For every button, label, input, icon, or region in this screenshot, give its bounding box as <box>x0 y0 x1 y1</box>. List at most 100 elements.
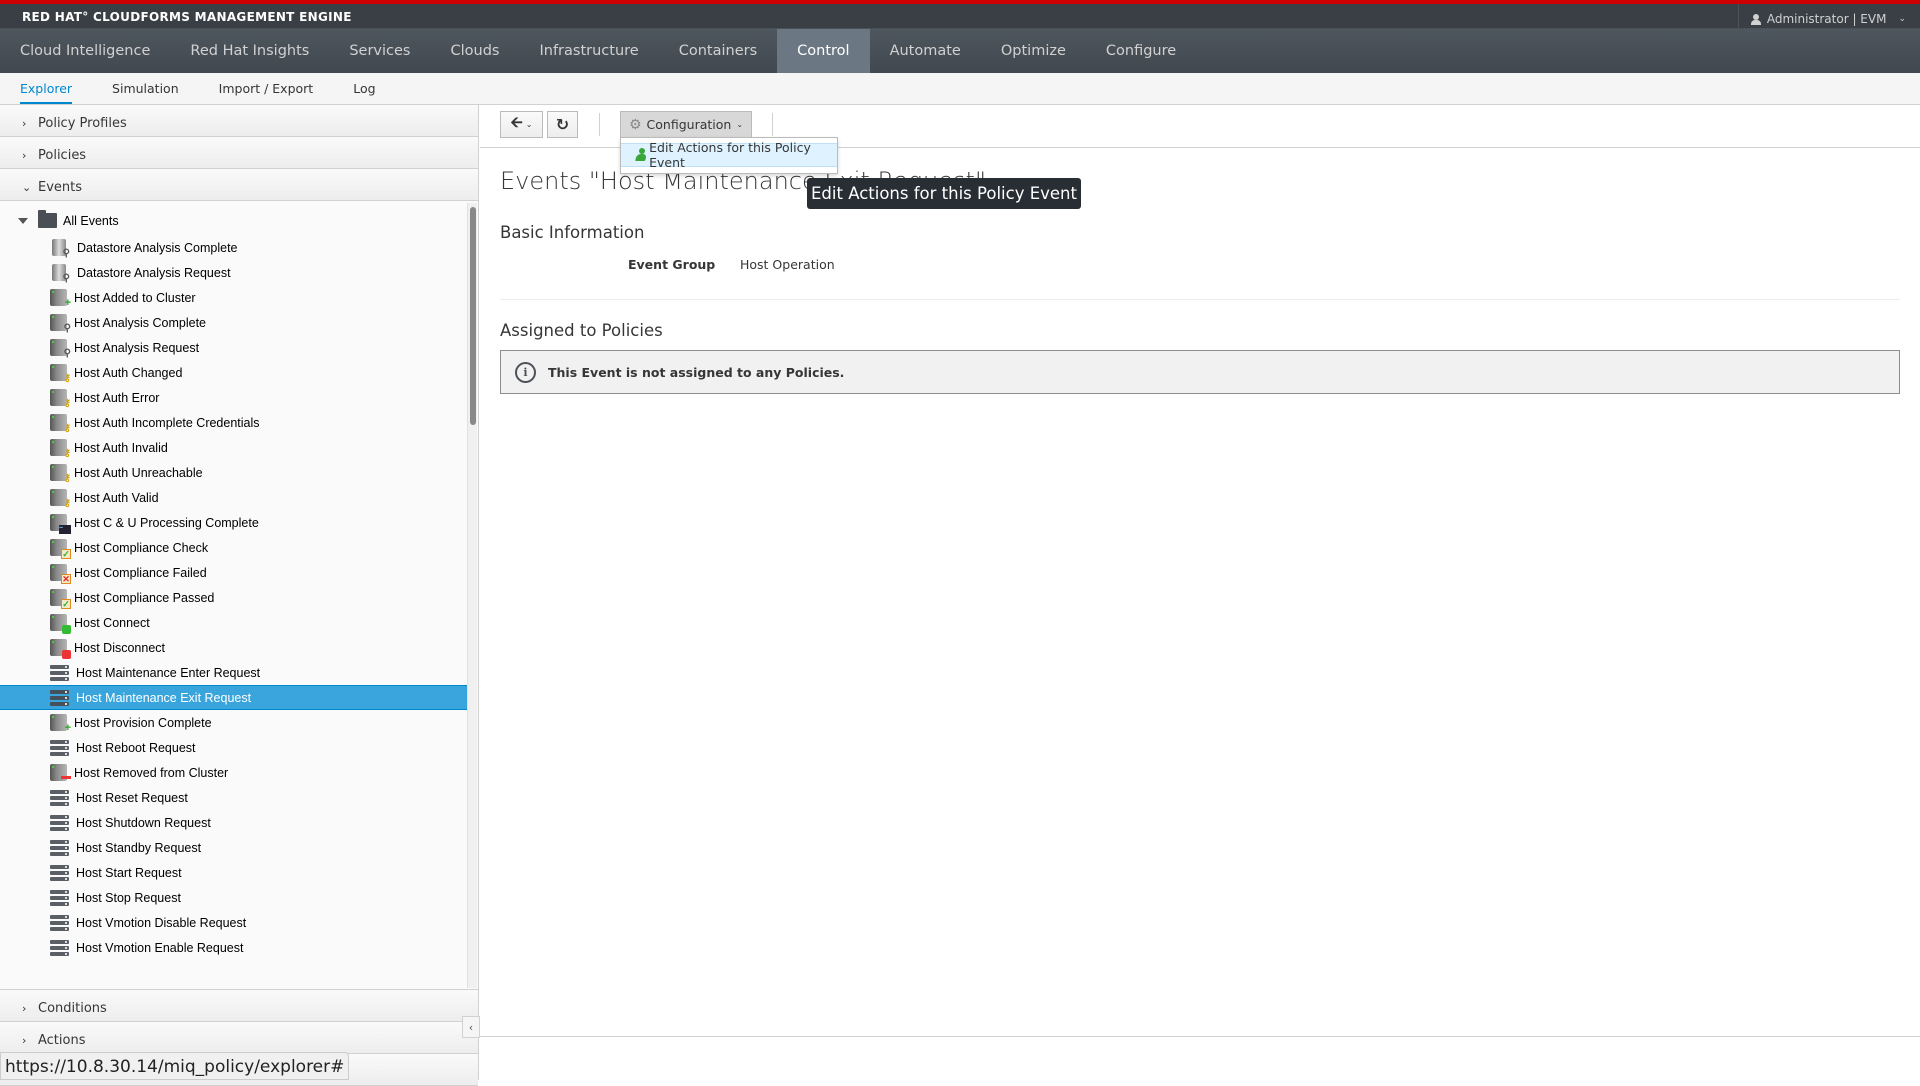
tree-node[interactable]: ⚲ Datastore Analysis Complete <box>0 235 467 260</box>
tree-node[interactable]: Host Maintenance Enter Request <box>0 660 467 685</box>
tree-node[interactable]: ⚷ Host Auth Invalid <box>0 435 467 460</box>
accordion-actions[interactable]: › Actions <box>0 1022 478 1054</box>
tree-node[interactable]: ⚲ Host Analysis Request <box>0 335 467 360</box>
tree-node[interactable]: Host Connect <box>0 610 467 635</box>
menu-item-edit-actions[interactable]: Edit Actions for this Policy Event <box>621 140 837 170</box>
arrow-left-icon: 🡨 <box>510 113 523 131</box>
nav-control[interactable]: Control <box>777 29 870 73</box>
tree-node[interactable]: Host Maintenance Exit Request <box>0 685 467 710</box>
tree-node[interactable]: ✓ Host Compliance Check <box>0 535 467 560</box>
tree-node-label: Host Auth Invalid <box>74 440 168 455</box>
tree-node[interactable]: ⚲ Host Analysis Complete <box>0 310 467 335</box>
host-request-icon <box>50 814 69 831</box>
accordion-label: Policies <box>38 148 87 163</box>
tree-node-label: Host Provision Complete <box>74 715 212 730</box>
accordion-policies[interactable]: › Policies <box>0 137 478 169</box>
tree-node[interactable]: Host Removed from Cluster <box>0 760 467 785</box>
tree-node[interactable]: Host Stop Request <box>0 885 467 910</box>
accordion-events[interactable]: ⌄ Events <box>0 169 478 201</box>
left-accordion-pane: › Policy Profiles › Policies ⌄ Events Al… <box>0 105 479 1086</box>
chevron-right-icon: › <box>22 117 27 130</box>
brand-title: RED HAT° CLOUDFORMS MANAGEMENT ENGINE <box>22 10 352 24</box>
tab-import-export[interactable]: Import / Export <box>219 73 314 104</box>
tree-node[interactable]: Host Reset Request <box>0 785 467 810</box>
tree-node-label: Datastore Analysis Complete <box>77 240 238 255</box>
tree-node[interactable]: Host Vmotion Enable Request <box>0 935 467 960</box>
events-tree: All Events ⚲ Datastore Analysis Complete ⚲… <box>0 201 478 990</box>
tree-node[interactable]: ~ Host C & U Processing Complete <box>0 510 467 535</box>
nav-configure[interactable]: Configure <box>1086 29 1196 73</box>
tree-node[interactable]: ⚷ Host Auth Incomplete Credentials <box>0 410 467 435</box>
accordion-conditions[interactable]: › Conditions <box>0 990 478 1022</box>
main-content: 🡨 ⌄ ↻ ⚙ Configuration ⌄ Events "Host Mai… <box>480 105 1920 1080</box>
nav-automate[interactable]: Automate <box>870 29 981 73</box>
tree-node-label: Datastore Analysis Request <box>77 265 231 280</box>
host-auth-icon: ⚷ <box>50 364 71 384</box>
tab-log[interactable]: Log <box>353 73 375 104</box>
gear-icon: ⚙ <box>628 116 642 133</box>
tree-node[interactable]: ✕ Host Compliance Failed <box>0 560 467 585</box>
collapse-left-button[interactable]: ‹ <box>462 1016 480 1038</box>
back-button[interactable]: 🡨 ⌄ <box>500 111 543 138</box>
tree-node-label: Host Auth Error <box>74 390 160 405</box>
nav-containers[interactable]: Containers <box>659 29 777 73</box>
tree-node-label: Host Removed from Cluster <box>74 765 229 780</box>
nav-optimize[interactable]: Optimize <box>981 29 1086 73</box>
tree-node[interactable]: ⚲ Datastore Analysis Request <box>0 260 467 285</box>
user-menu[interactable]: Administrator | EVM ⌄ <box>1737 4 1920 29</box>
tree-node-label: Host Analysis Complete <box>74 315 207 330</box>
nav-clouds[interactable]: Clouds <box>431 29 520 73</box>
tree-node[interactable]: Host Start Request <box>0 860 467 885</box>
chevron-down-icon: ⌄ <box>736 120 744 129</box>
tree-scrollbar[interactable] <box>467 203 477 988</box>
assigned-policies-heading: Assigned to Policies <box>500 321 663 340</box>
chevron-right-icon: › <box>22 1034 27 1047</box>
host-add-icon: + <box>50 289 71 309</box>
nav-infrastructure[interactable]: Infrastructure <box>519 29 658 73</box>
tree-node-label: Host Auth Valid <box>74 490 159 505</box>
chevron-down-icon: ⌄ <box>525 120 533 129</box>
tab-explorer[interactable]: Explorer <box>20 73 73 104</box>
tree-node[interactable]: + Host Added to Cluster <box>0 285 467 310</box>
tree-node[interactable]: ⚷ Host Auth Valid <box>0 485 467 510</box>
host-auth-icon: ⚷ <box>50 439 71 459</box>
tree-node[interactable]: Host Vmotion Disable Request <box>0 910 467 935</box>
tree-root-all-events[interactable]: All Events <box>18 210 119 228</box>
tab-simulation[interactable]: Simulation <box>112 73 179 104</box>
chevron-down-icon: ⌄ <box>1898 14 1906 24</box>
accordion-label: Conditions <box>38 1001 107 1016</box>
nav-cloud-intelligence[interactable]: Cloud Intelligence <box>0 29 170 73</box>
tooltip: Edit Actions for this Policy Event <box>807 178 1081 209</box>
refresh-button[interactable]: ↻ <box>547 111 578 138</box>
tree-node-label: Host Analysis Request <box>74 340 200 355</box>
accordion-policy-profiles[interactable]: › Policy Profiles <box>0 105 478 137</box>
tree-node-label: Host Disconnect <box>74 640 166 655</box>
tree-node[interactable]: Host Reboot Request <box>0 735 467 760</box>
nav-red-hat-insights[interactable]: Red Hat Insights <box>170 29 329 73</box>
tree-node[interactable]: ⚷ Host Auth Unreachable <box>0 460 467 485</box>
tree-expand-icon[interactable] <box>18 217 28 224</box>
tree-node[interactable]: Host Standby Request <box>0 835 467 860</box>
host-analysis-icon: ⚲ <box>50 339 71 359</box>
tree-node[interactable]: Host Disconnect <box>0 635 467 660</box>
tree-node[interactable]: ⚷ Host Auth Error <box>0 385 467 410</box>
tree-node[interactable]: + Host Provision Complete <box>0 710 467 735</box>
host-auth-icon: ⚷ <box>50 389 71 409</box>
host-auth-icon: ⚷ <box>50 464 71 484</box>
tree-node-label: Host Shutdown Request <box>76 815 211 830</box>
scrollbar-thumb[interactable] <box>470 207 476 425</box>
configuration-button[interactable]: ⚙ Configuration ⌄ <box>620 111 752 138</box>
tree-node[interactable]: Host Shutdown Request <box>0 810 467 835</box>
tree-node-list: ⚲ Datastore Analysis Complete ⚲ Datastore A… <box>0 235 467 960</box>
host-cu-icon: ~ <box>50 514 71 534</box>
tree-node[interactable]: ⚷ Host Auth Changed <box>0 360 467 385</box>
alert-text: This Event is not assigned to any Polici… <box>548 364 845 380</box>
tree-node-label: Host Compliance Passed <box>74 590 215 605</box>
nav-services[interactable]: Services <box>329 29 430 73</box>
main-nav: Cloud Intelligence Red Hat Insights Serv… <box>0 29 1920 73</box>
footer-divider <box>480 1036 1920 1037</box>
host-compliance-passed-icon: ✓ <box>50 589 71 609</box>
host-request-icon <box>50 889 69 906</box>
toolbar-separator <box>772 113 773 136</box>
tree-node[interactable]: ✓ Host Compliance Passed <box>0 585 467 610</box>
